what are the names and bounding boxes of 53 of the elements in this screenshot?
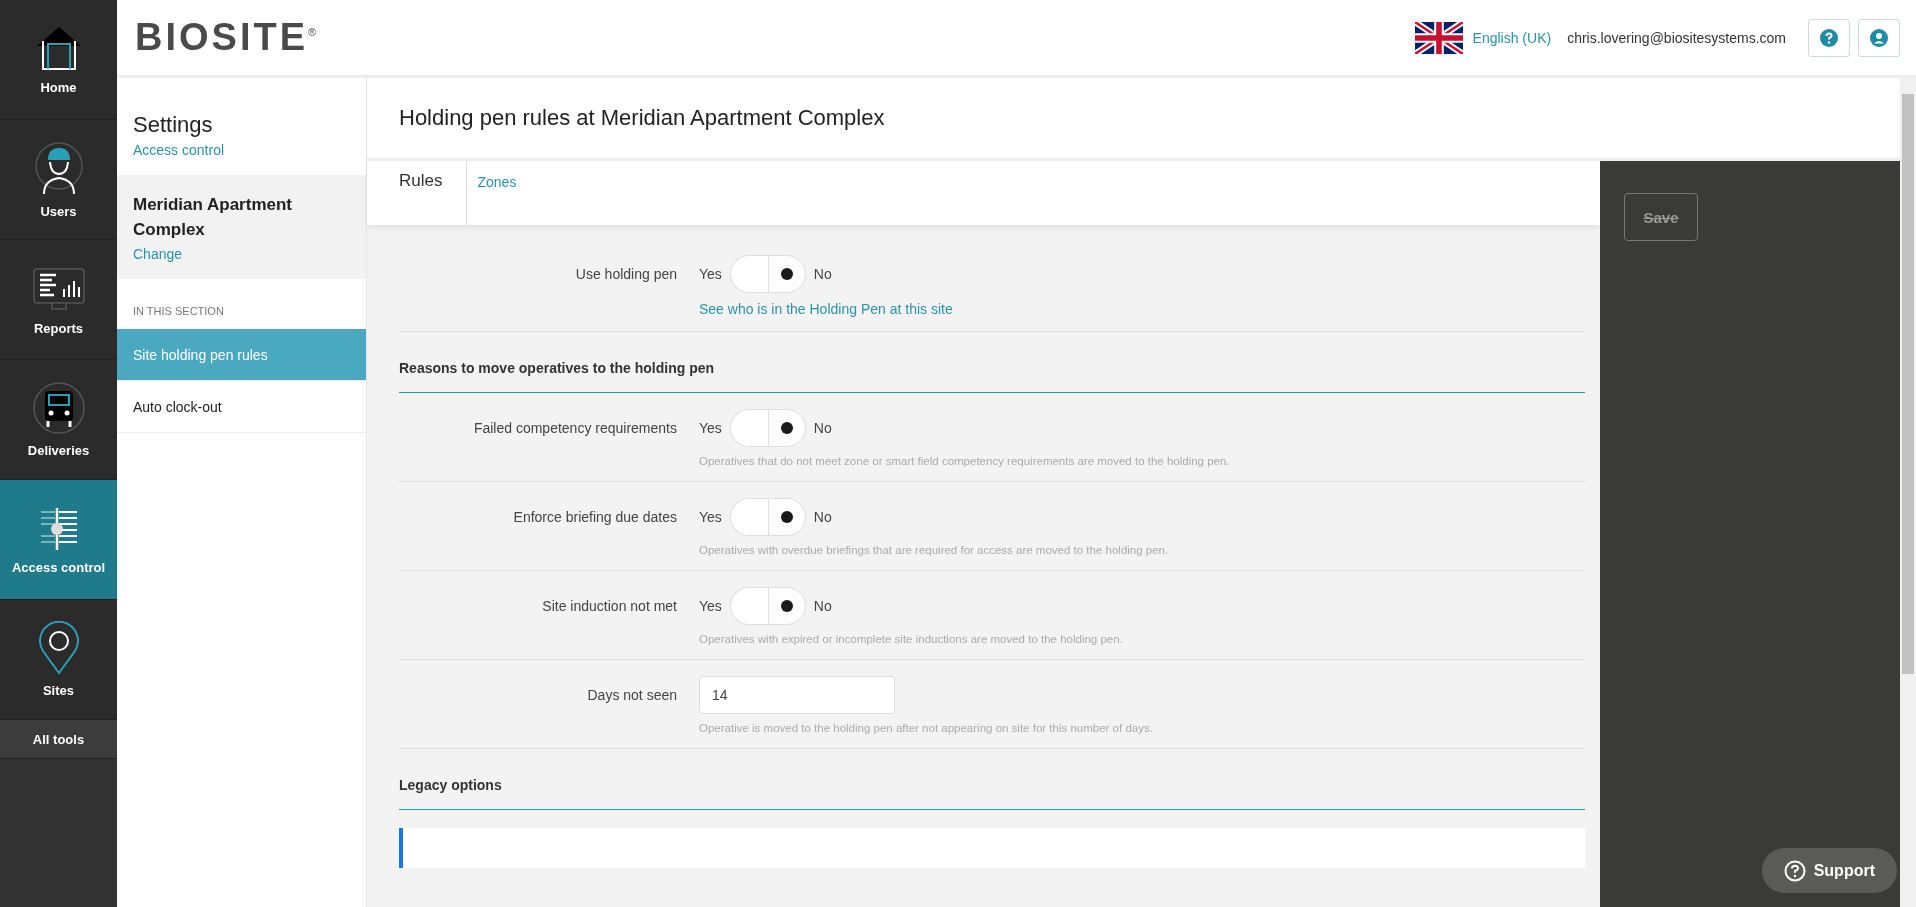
- setting-label: Enforce briefing due dates: [512, 508, 677, 527]
- access-control-link[interactable]: Access control: [133, 142, 225, 158]
- user-email: chris.lovering@biositesystems.com: [1567, 29, 1786, 46]
- option-label: No: [813, 266, 832, 282]
- tab[interactable]: Zones: [467, 161, 541, 225]
- section-heading: Legacy options: [399, 749, 1585, 810]
- language-link[interactable]: English (UK): [1472, 29, 1552, 46]
- flag-icon: [1414, 21, 1463, 54]
- nav-item[interactable]: Deliveries: [0, 360, 117, 480]
- option-label: No: [813, 509, 832, 525]
- help-icon: [1820, 28, 1838, 47]
- option-segment[interactable]: [767, 587, 806, 625]
- option-label: Yes: [699, 509, 722, 525]
- option-segment[interactable]: [767, 409, 806, 447]
- truck-icon: [31, 381, 86, 435]
- worker-icon: [33, 140, 84, 196]
- account-button[interactable]: [1858, 18, 1900, 57]
- nav-item[interactable]: Sites: [0, 600, 117, 720]
- map-pin-icon: [36, 621, 81, 675]
- section-label: IN THIS SECTION: [132, 304, 225, 320]
- settings-title: Settings: [133, 112, 214, 138]
- nav-item[interactable]: Users: [0, 120, 117, 240]
- help-text: Operative is moved to the holding pen after not appearing on site for this number of days.: [699, 722, 1154, 734]
- logo: BIOSITE$^{®}$: [135, 16, 317, 59]
- user-icon: [1870, 28, 1888, 47]
- page-title: Holding pen rules at Meridian Apartment Complex: [367, 78, 1900, 161]
- option-segment[interactable]: [767, 255, 806, 293]
- option-label: Yes: [699, 266, 722, 282]
- help-text: Operatives with expired or incomplete site inductions are moved to the holding pen.: [699, 633, 1124, 645]
- section-heading: Reasons to move operatives to the holding pen: [399, 332, 1585, 393]
- all-tools-button[interactable]: All tools: [0, 720, 117, 759]
- option-label: Yes: [699, 420, 722, 436]
- help-text: Operatives with overdue briefings that are required for access are moved to the holding pen.: [699, 544, 1170, 556]
- option-label: No: [813, 598, 832, 614]
- setting-label: Failed competency requirements: [472, 419, 677, 438]
- help-icon: [1783, 859, 1806, 882]
- nav-item[interactable]: Reports: [0, 240, 117, 360]
- setting-label: Site induction not met: [541, 597, 677, 616]
- help-text: Operatives that do not meet zone or smart field competency requirements are moved to the holding pen.: [699, 455, 1231, 467]
- nav-item[interactable]: Access control: [0, 480, 117, 600]
- support-button[interactable]: Support: [1761, 848, 1897, 893]
- section-menu-item[interactable]: Auto clock-out: [117, 381, 366, 434]
- days-input-field[interactable]: 14: [699, 676, 895, 714]
- scrollbar[interactable]: [1900, 78, 1916, 907]
- nav-item[interactable]: Home: [0, 0, 117, 120]
- site-name: Meridian Apartment Complex: [133, 194, 293, 241]
- option-segment[interactable]: [767, 498, 806, 536]
- setting-label: Use holding pen: [574, 265, 677, 284]
- option-label: Yes: [699, 598, 722, 614]
- tab[interactable]: Rules: [367, 161, 468, 225]
- help-button[interactable]: [1808, 18, 1850, 57]
- setting-label: Days not seen: [586, 686, 677, 705]
- option-label: No: [813, 420, 832, 436]
